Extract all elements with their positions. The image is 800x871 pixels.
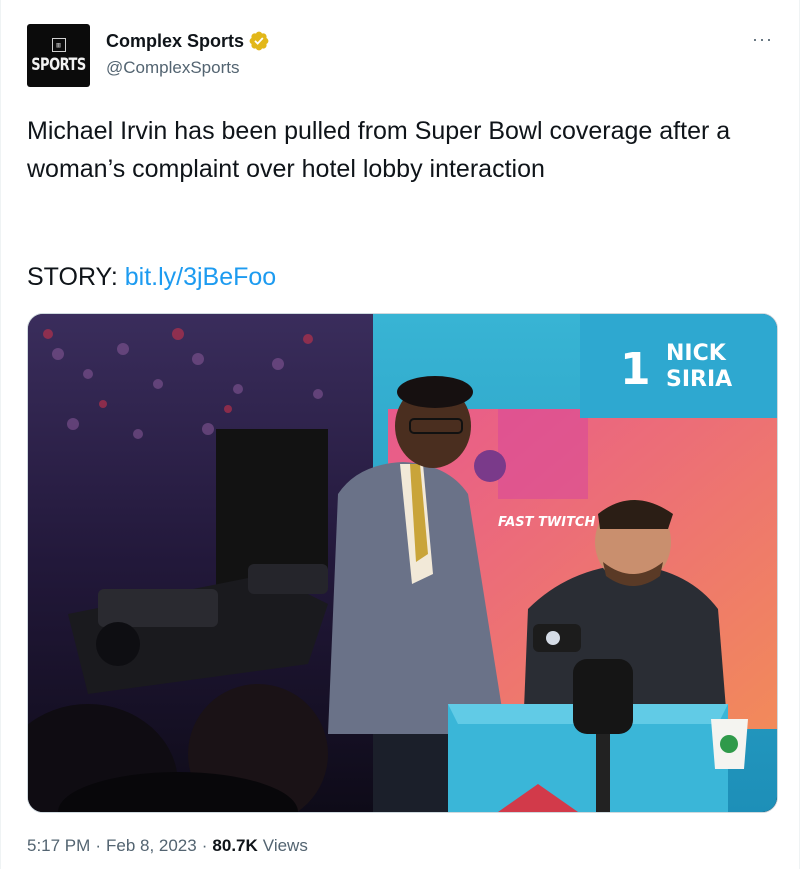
display-name[interactable]: Complex Sports xyxy=(106,31,244,52)
photo-scene: FAST TWITCH 1 NICK SIRIA xyxy=(28,314,777,812)
meta-separator: · xyxy=(201,836,208,855)
nameplate-number: 1 xyxy=(620,344,651,395)
tweet-date[interactable]: Feb 8, 2023 xyxy=(106,836,197,856)
views-label: Views xyxy=(262,836,308,855)
story-prefix: STORY: xyxy=(27,263,118,291)
tweet-text: Michael Irvin has been pulled from Super… xyxy=(27,117,731,183)
views-count: 80.7K xyxy=(212,836,258,855)
tweet-card: ▥ SPORTS Complex Sports @ComplexSports ·… xyxy=(0,0,800,869)
tweet-photo[interactable]: FAST TWITCH 1 NICK SIRIA xyxy=(27,313,778,813)
nameplate-line1: NICK xyxy=(666,341,727,366)
name-row: Complex Sports xyxy=(106,30,270,52)
story-row: STORY: bit.ly/3jBeFoo xyxy=(27,258,276,296)
user-handle[interactable]: @ComplexSports xyxy=(106,58,239,78)
meta-separator: · xyxy=(95,836,101,855)
nameplate-line2: SIRIA xyxy=(666,367,732,392)
verified-badge-icon xyxy=(249,31,269,51)
avatar[interactable]: ▥ SPORTS xyxy=(27,24,90,87)
backdrop-text: FAST TWITCH xyxy=(498,515,595,530)
avatar-text: SPORTS xyxy=(31,55,86,76)
more-options-icon[interactable]: ··· xyxy=(752,30,773,48)
tweet-meta: 5:17 PM · Feb 8, 2023 · 80.7K Views xyxy=(27,836,308,856)
story-link[interactable]: bit.ly/3jBeFoo xyxy=(125,263,276,291)
tweet-time[interactable]: 5:17 PM xyxy=(27,836,90,856)
avatar-mark-icon: ▥ xyxy=(51,38,66,52)
